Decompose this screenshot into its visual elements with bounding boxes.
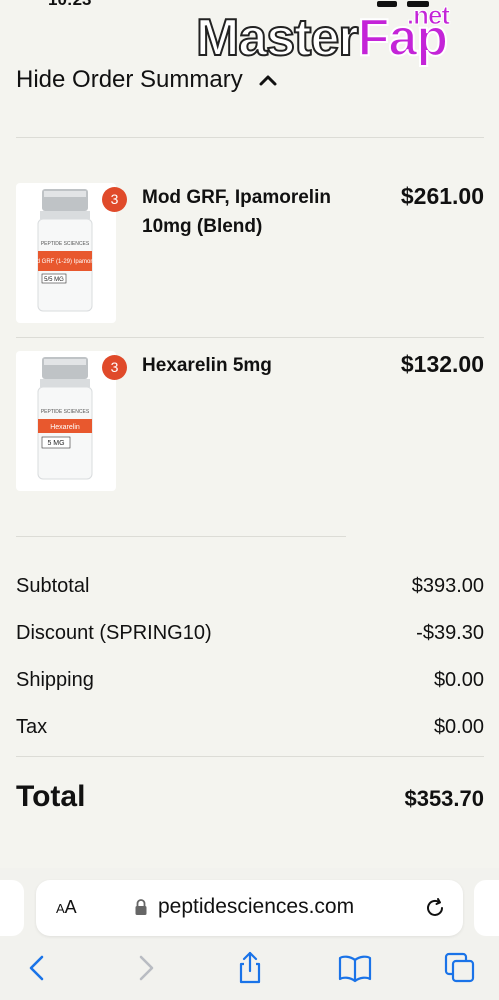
subtotal-label: Subtotal bbox=[16, 575, 90, 597]
divider bbox=[16, 536, 346, 537]
tax-label: Tax bbox=[16, 716, 48, 738]
vial-image: PEPTIDE SCIENCES Hexarelin 5 MG bbox=[37, 357, 93, 480]
product-name: Mod GRF, Ipamorelin 10mg (Blend) bbox=[142, 187, 331, 237]
url-text: peptidesciences.com bbox=[158, 895, 355, 918]
divider bbox=[16, 756, 484, 757]
quantity-badge: 3 bbox=[102, 355, 127, 380]
vial-dose: 5 MG bbox=[47, 440, 64, 447]
product-image: PEPTIDE SCIENCES Mod GRF (1-29) Ipamorel… bbox=[16, 183, 116, 323]
url-display[interactable]: peptidesciences.com bbox=[134, 895, 354, 919]
product-price: $132.00 bbox=[400, 351, 484, 377]
next-tab-peek[interactable] bbox=[474, 880, 499, 936]
toggle-label: Hide Order Summary bbox=[16, 66, 243, 93]
tax-row: Tax $0.00 bbox=[16, 716, 484, 739]
watermark-part1: Master bbox=[195, 8, 360, 68]
discount-label: Discount (SPRING10) bbox=[16, 622, 212, 644]
list-item: PEPTIDE SCIENCES Hexarelin 5 MG 3 Hexare… bbox=[16, 351, 484, 493]
quantity-badge: 3 bbox=[102, 187, 127, 212]
subtotal-row: Subtotal $393.00 bbox=[16, 575, 484, 598]
divider bbox=[16, 137, 484, 138]
total-row: Total $353.70 bbox=[16, 780, 484, 814]
tax-value: $0.00 bbox=[433, 716, 484, 738]
discount-row: Discount (SPRING10) -$39.30 bbox=[16, 622, 484, 645]
signal-icon bbox=[377, 1, 397, 7]
vial-brand: PEPTIDE SCIENCES bbox=[41, 409, 90, 415]
bookmarks-icon[interactable] bbox=[337, 950, 373, 986]
lock-icon bbox=[135, 899, 147, 915]
chevron-up-icon bbox=[259, 75, 277, 86]
shipping-value: $0.00 bbox=[433, 669, 484, 691]
forward-icon[interactable] bbox=[128, 950, 164, 986]
share-icon[interactable] bbox=[232, 950, 268, 986]
product-name: Hexarelin 5mg bbox=[142, 355, 272, 376]
reload-icon[interactable] bbox=[423, 896, 447, 920]
hide-order-summary-toggle[interactable]: Hide Order Summary bbox=[16, 66, 279, 94]
product-price: $261.00 bbox=[400, 183, 484, 209]
subtotal-value: $393.00 bbox=[411, 575, 484, 597]
watermark: MasterFap .net bbox=[195, 0, 451, 68]
discount-value: -$39.30 bbox=[416, 622, 484, 644]
tabs-icon[interactable] bbox=[442, 950, 478, 986]
text-size-button[interactable]: AA bbox=[56, 897, 77, 918]
address-bar[interactable]: AA peptidesciences.com bbox=[36, 880, 463, 936]
previous-tab-peek[interactable] bbox=[0, 880, 24, 936]
vial-product: Mod GRF (1-29) Ipamorelin bbox=[28, 259, 101, 265]
vial-image: PEPTIDE SCIENCES Mod GRF (1-29) Ipamorel… bbox=[28, 189, 102, 312]
vial-product: Hexarelin bbox=[50, 424, 80, 431]
watermark-suffix: .net bbox=[406, 0, 450, 31]
vial-brand: PEPTIDE SCIENCES bbox=[41, 241, 90, 247]
status-time: 10:23 bbox=[48, 0, 91, 10]
list-item: PEPTIDE SCIENCES Mod GRF (1-29) Ipamorel… bbox=[16, 183, 484, 325]
text-size-label: A bbox=[64, 897, 77, 917]
divider bbox=[16, 337, 484, 338]
product-image: PEPTIDE SCIENCES Hexarelin 5 MG bbox=[16, 351, 116, 491]
shipping-label: Shipping bbox=[16, 669, 94, 691]
total-label: Total bbox=[16, 780, 86, 813]
vial-dose: 5/5 MG bbox=[44, 277, 64, 283]
back-icon[interactable] bbox=[20, 950, 56, 986]
shipping-row: Shipping $0.00 bbox=[16, 669, 484, 692]
total-value: $353.70 bbox=[404, 786, 484, 811]
